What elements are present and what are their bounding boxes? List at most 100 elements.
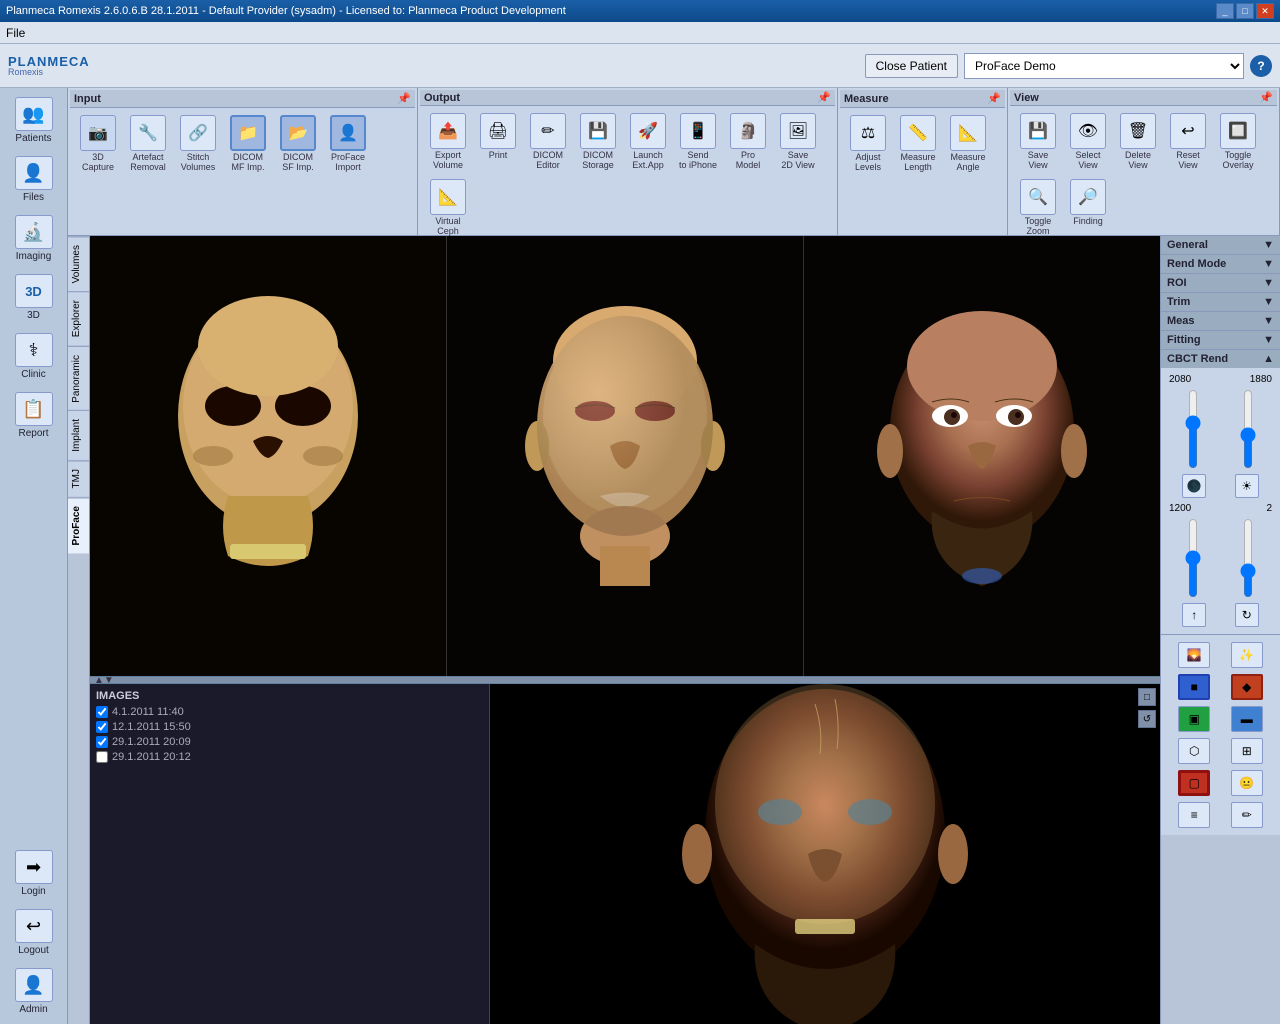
tb-pro-model[interactable]: 🗿 ProModel (724, 110, 772, 174)
image-checkbox-3[interactable] (96, 736, 108, 748)
sidebar-item-login[interactable]: ➡ Login (4, 845, 64, 902)
face3d-cell[interactable] (447, 236, 804, 676)
tb-measure-length[interactable]: 📏 MeasureLength (894, 112, 942, 176)
rp-trim-header[interactable]: Trim ▼ (1161, 293, 1280, 311)
image-checkbox-4[interactable] (96, 751, 108, 763)
photo-face-cell[interactable] (804, 236, 1160, 676)
tb-save-view[interactable]: 💾 SaveView (1014, 110, 1062, 174)
preview-btn-1[interactable]: □ (1138, 688, 1156, 706)
tb-artefact[interactable]: 🔧 ArtefactRemoval (124, 112, 172, 176)
tb-dicom-editor[interactable]: ✏ DICOMEditor (524, 110, 572, 174)
cbct-slider-1[interactable] (1185, 389, 1201, 469)
menu-file[interactable]: File (6, 26, 25, 40)
patient-selector[interactable]: ProFace Demo (964, 53, 1244, 79)
grid-icon[interactable]: ⊞ (1231, 738, 1263, 764)
blue-flat-icon[interactable]: ▬ (1231, 706, 1263, 732)
tb-select-view[interactable]: 👁 SelectView (1064, 110, 1112, 174)
cube-icon[interactable]: ⬡ (1178, 738, 1210, 764)
cbct-slider-4[interactable] (1240, 518, 1256, 598)
sidebar-item-report[interactable]: 📋 Report (4, 387, 64, 444)
close-patient-button[interactable]: Close Patient (865, 54, 958, 78)
sidebar-item-logout[interactable]: ↩ Logout (4, 904, 64, 961)
tab-proface[interactable]: ProFace (68, 497, 89, 553)
tb-toggle-overlay[interactable]: 🔲 ToggleOverlay (1214, 110, 1262, 174)
preview-panel[interactable]: □ ↺ (490, 684, 1160, 1024)
tb-adjust-levels[interactable]: ⚖ AdjustLevels (844, 112, 892, 176)
images-header: IMAGES (96, 690, 483, 702)
tab-implant[interactable]: Implant (68, 410, 89, 460)
image-item-4: 29.1.2011 20:12 (96, 751, 483, 763)
preview-btn-2[interactable]: ↺ (1138, 710, 1156, 728)
rp-general: General ▼ (1161, 236, 1280, 255)
image-label-4[interactable]: 29.1.2011 20:12 (112, 751, 191, 763)
rp-roi-header[interactable]: ROI ▼ (1161, 274, 1280, 292)
main-viewport[interactable] (90, 236, 1160, 676)
tb-3d-capture[interactable]: 📷 3DCapture (74, 112, 122, 176)
tab-tmj[interactable]: TMJ (68, 460, 89, 496)
tb-dicom-sf[interactable]: 📂 DICOMSF Imp. (274, 112, 322, 176)
tb-print[interactable]: 🖨 Print (474, 110, 522, 174)
cbct-slider-2[interactable] (1240, 389, 1256, 469)
rp-fitting-header[interactable]: Fitting ▼ (1161, 331, 1280, 349)
skull-cell[interactable] (90, 236, 447, 676)
splitter[interactable]: ▲▼ (90, 676, 1160, 684)
tb-delete-view[interactable]: 🗑 DeleteView (1114, 110, 1162, 174)
tb-toggle-zoom[interactable]: 🔍 ToggleZoom (1014, 176, 1062, 240)
red-frame-icon[interactable]: ▢ (1178, 770, 1210, 796)
tb-dicom-storage[interactable]: 💾 DICOMStorage (574, 110, 622, 174)
tb-measure-angle[interactable]: 📐 MeasureAngle (944, 112, 992, 176)
tb-export-vol[interactable]: 📤 ExportVolume (424, 110, 472, 174)
toolbar-measure: Measure 📌 ⚖ AdjustLevels 📏 MeasureLength… (838, 88, 1008, 235)
image-checkbox-1[interactable] (96, 706, 108, 718)
red-3d-icon[interactable]: ◆ (1231, 674, 1263, 700)
image-label-1[interactable]: 4.1.2011 11:40 (112, 706, 184, 718)
tab-panoramic[interactable]: Panoramic (68, 346, 89, 411)
image-label-2[interactable]: 12.1.2011 15:50 (112, 721, 191, 733)
tb-proface[interactable]: 👤 ProFaceImport (324, 112, 372, 176)
sidebar-item-admin[interactable]: 👤 Admin (4, 963, 64, 1020)
cbct-slider-3[interactable] (1185, 518, 1201, 598)
tb-finding[interactable]: 🔎 Finding (1064, 176, 1112, 240)
star-icon[interactable]: ✨ (1231, 642, 1263, 668)
tb-dicom-mf[interactable]: 📁 DICOMMF Imp. (224, 112, 272, 176)
pencil-icon[interactable]: ✏ (1231, 802, 1263, 828)
tab-volumes[interactable]: Volumes (68, 236, 89, 291)
image-checkbox-2[interactable] (96, 721, 108, 733)
tb-reset-view[interactable]: ↩ ResetView (1164, 110, 1212, 174)
brightness-icon[interactable]: 🌄 (1178, 642, 1210, 668)
tb-stitch[interactable]: 🔗 StitchVolumes (174, 112, 222, 176)
rp-meas-header[interactable]: Meas ▼ (1161, 312, 1280, 330)
up-arrow-icon[interactable]: ↑ (1182, 603, 1206, 627)
send-iphone-label: Sendto iPhone (679, 151, 717, 171)
tb-send-iphone[interactable]: 📱 Sendto iPhone (674, 110, 722, 174)
sidebar-item-3d[interactable]: 3D 3D (4, 269, 64, 326)
list-icon[interactable]: ≡ (1178, 802, 1210, 828)
moon-icon[interactable]: 🌑 (1182, 474, 1206, 498)
rp-cbct-rend-header[interactable]: CBCT Rend ▲ (1161, 350, 1280, 368)
image-label-3[interactable]: 29.1.2011 20:09 (112, 736, 191, 748)
green-icon[interactable]: ▣ (1178, 706, 1210, 732)
maximize-button[interactable]: □ (1236, 3, 1254, 19)
sidebar-item-files[interactable]: 👤 Files (4, 151, 64, 208)
tab-explorer[interactable]: Explorer (68, 291, 89, 345)
tb-launch-ext[interactable]: 🚀 LaunchExt.App (624, 110, 672, 174)
minimize-button[interactable]: _ (1216, 3, 1234, 19)
sidebar-item-patients[interactable]: 👥 Patients (4, 92, 64, 149)
sidebar-item-clinic[interactable]: ⚕ Clinic (4, 328, 64, 385)
tb-save-2d[interactable]: 🖼 Save2D View (774, 110, 822, 174)
dicom-editor-icon: ✏ (530, 113, 566, 149)
input-pin-icon: 📌 (397, 92, 411, 105)
adjust-levels-label: AdjustLevels (855, 153, 881, 173)
help-button[interactable]: ? (1250, 55, 1272, 77)
virtual-ceph-label: VirtualCeph (435, 217, 460, 237)
sidebar-item-imaging[interactable]: 🔬 Imaging (4, 210, 64, 267)
close-button[interactable]: ✕ (1256, 3, 1274, 19)
face-icon[interactable]: 😐 (1231, 770, 1263, 796)
toggle-zoom-icon: 🔍 (1020, 179, 1056, 215)
rp-rend-mode-header[interactable]: Rend Mode ▼ (1161, 255, 1280, 273)
blue-square-icon[interactable]: ■ (1178, 674, 1210, 700)
rotate-icon[interactable]: ↻ (1235, 603, 1259, 627)
rp-general-header[interactable]: General ▼ (1161, 236, 1280, 254)
tb-virtual-ceph[interactable]: 📐 VirtualCeph (424, 176, 472, 240)
sun-icon[interactable]: ☀ (1235, 474, 1259, 498)
